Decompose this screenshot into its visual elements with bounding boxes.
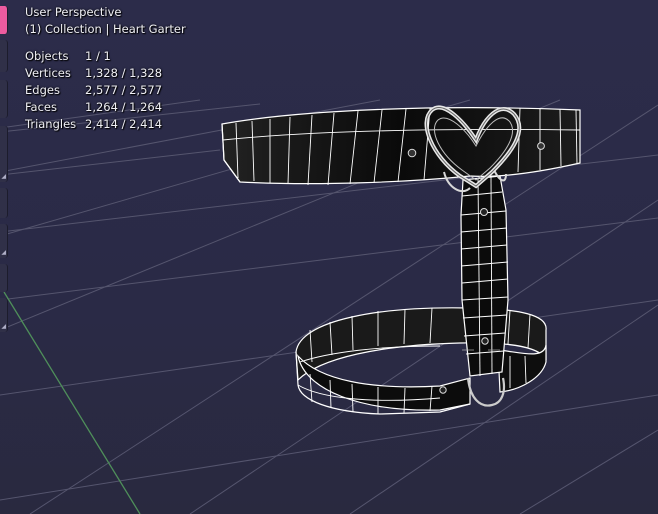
tool-button-annotate[interactable] [0,264,8,292]
viewport-info-overlay: User Perspective (1) Collection | Heart … [25,4,186,133]
3d-viewport[interactable]: ◢ ◢ ◢ User Perspective (1) Collection | … [0,0,658,514]
scene-statistics: Objects 1 / 1 Vertices 1,328 / 1,328 Edg… [25,48,162,133]
stat-value: 2,577 / 2,577 [85,83,163,97]
view-name-label: User Perspective [25,5,122,19]
expand-arrow-icon: ◢ [1,323,6,330]
stat-label: Triangles [25,117,77,131]
tool-button-move[interactable] [0,80,8,118]
stat-row-edges: Edges 2,577 / 2,577 [25,82,162,99]
stat-label: Faces [25,100,57,114]
lower-band[interactable] [295,307,547,415]
tool-button-cursor[interactable] [0,40,8,72]
stat-value: 1,328 / 1,328 [85,66,163,80]
collection-label: (1) Collection | Heart Garter [25,22,186,36]
stat-row-triangles: Triangles 2,414 / 2,414 [25,116,162,133]
left-toolbar: ◢ ◢ ◢ [0,0,8,340]
stat-row-faces: Faces 1,264 / 1,264 [25,99,162,116]
tool-button-scale[interactable] [0,188,8,218]
rivet-icon [480,208,488,216]
stat-label: Edges [25,83,60,97]
tool-button-select[interactable] [0,6,8,34]
rivet-icon [439,386,447,394]
rivet-icon [481,337,489,345]
expand-arrow-icon: ◢ [1,249,6,256]
stat-value: 1 / 1 [85,49,111,63]
rivet-icon [537,142,545,150]
expand-arrow-icon: ◢ [1,173,6,180]
stat-row-vertices: Vertices 1,328 / 1,328 [25,65,162,82]
vertical-strap[interactable] [460,175,509,377]
upper-band[interactable] [221,107,581,193]
tool-button-transform[interactable]: ◢ [0,224,8,258]
stat-value: 1,264 / 1,264 [85,100,163,114]
stat-row-objects: Objects 1 / 1 [25,48,162,65]
rivet-icon [407,148,417,158]
tool-button-measure[interactable]: ◢ [0,298,8,332]
tool-button-rotate[interactable]: ◢ [0,126,8,182]
stat-label: Objects [25,49,69,63]
stat-value: 2,414 / 2,414 [85,117,163,131]
y-axis-line [3,291,141,514]
stat-label: Vertices [25,66,71,80]
